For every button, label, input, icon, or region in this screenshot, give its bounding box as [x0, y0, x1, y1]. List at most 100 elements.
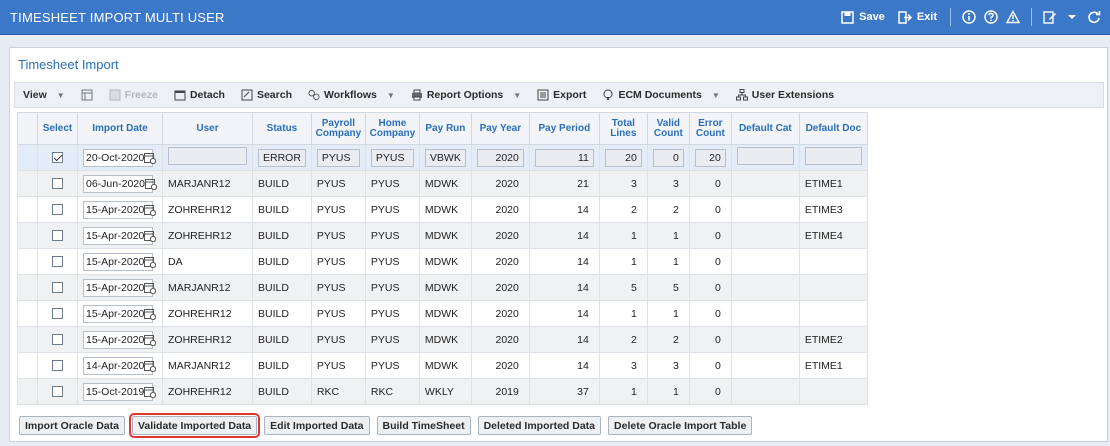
home-company-cell[interactable]: PYUS — [364, 222, 420, 249]
select-checkbox[interactable] — [52, 178, 63, 190]
pay-period-cell[interactable]: 37 — [528, 378, 600, 405]
pay-run-cell[interactable]: MDWK — [418, 248, 472, 275]
payroll-company-cell[interactable]: PYUS — [310, 300, 366, 327]
default-cat-cell[interactable] — [730, 300, 800, 327]
pay-run-cell[interactable]: MDWK — [418, 274, 472, 301]
total-lines-cell[interactable]: 3 — [598, 352, 648, 379]
calendar-icon[interactable] — [144, 360, 157, 372]
import-date-field[interactable]: 15-Apr-2020 — [83, 252, 157, 271]
status-cell[interactable]: BUILD — [252, 352, 312, 379]
user-cell[interactable]: ZOHREHR12 — [162, 378, 253, 405]
col-header[interactable]: Error Count — [688, 112, 732, 145]
home-company-cell[interactable]: PYUS — [364, 352, 420, 379]
import-date-cell[interactable]: 15-Apr-2020 — [77, 274, 163, 301]
home-company-cell[interactable]: PYUS — [364, 196, 420, 223]
default-cat-cell[interactable] — [730, 170, 800, 197]
import-date-field[interactable]: 15-Apr-2020 — [83, 278, 157, 297]
user-cell[interactable] — [162, 144, 253, 171]
status-cell[interactable]: BUILD — [252, 222, 312, 249]
table-row[interactable]: 15-Apr-2020 ZOHREHR12 BUILD PYUS PYUS MDWK 202… — [17, 326, 868, 353]
home-company-cell[interactable]: PYUS — [364, 248, 420, 275]
col-header[interactable]: Import Date — [77, 112, 163, 145]
import-date-cell[interactable]: 15-Oct-2019 — [77, 378, 163, 405]
default-doc-cell[interactable] — [798, 378, 868, 405]
pay-year-cell[interactable]: 2020 — [470, 170, 530, 197]
payroll-company-cell[interactable]: RKC — [310, 378, 366, 405]
report-options-menu[interactable]: Report Options ▼ — [403, 89, 529, 101]
freeze-button[interactable]: Freeze — [101, 89, 166, 101]
import-date-field[interactable]: 14-Apr-2020 — [83, 356, 157, 375]
pay-period-cell[interactable]: 21 — [528, 170, 600, 197]
table-row[interactable]: 06-Jun-2020 MARJANR12 BUILD PYUS PYUS MDWK 202… — [17, 170, 868, 197]
pay-period-cell[interactable]: 11 — [528, 144, 600, 171]
select-cell[interactable] — [37, 196, 78, 223]
detach-button[interactable]: Detach — [166, 89, 233, 101]
default-doc-cell[interactable]: ETIME2 — [798, 326, 868, 353]
total-lines-cell[interactable]: 1 — [598, 378, 648, 405]
col-header[interactable]: Default Doc — [798, 112, 868, 145]
default-cat-cell[interactable] — [730, 144, 800, 171]
home-company-cell[interactable]: PYUS — [364, 326, 420, 353]
validate-imported-data-button[interactable]: Validate Imported Data — [128, 413, 261, 438]
pay-period-cell[interactable]: 14 — [528, 248, 600, 275]
select-checkbox[interactable] — [52, 230, 63, 242]
user-cell[interactable]: MARJANR12 — [162, 170, 253, 197]
pay-year-cell[interactable]: 2020 — [470, 196, 530, 223]
error-count-cell[interactable]: 0 — [688, 222, 732, 249]
payroll-company-cell[interactable]: PYUS — [310, 144, 366, 171]
pay-year-cell[interactable]: 2019 — [470, 378, 530, 405]
payroll-company-cell[interactable]: PYUS — [310, 222, 366, 249]
col-header[interactable]: User — [162, 112, 253, 145]
status-cell[interactable]: BUILD — [252, 378, 312, 405]
import-date-cell[interactable]: 15-Apr-2020 — [77, 222, 163, 249]
payroll-company-cell[interactable]: PYUS — [310, 326, 366, 353]
import-date-field[interactable]: 06-Jun-2020 — [83, 174, 158, 193]
default-cat-cell[interactable] — [730, 196, 800, 223]
import-date-field[interactable]: 15-Apr-2020 — [83, 330, 157, 349]
default-doc-cell[interactable]: ETIME1 — [798, 170, 868, 197]
error-count-cell[interactable]: 0 — [688, 248, 732, 275]
total-lines-cell[interactable]: 2 — [598, 326, 648, 353]
pay-year-cell[interactable]: 2020 — [470, 326, 530, 353]
valid-count-cell[interactable]: 1 — [646, 378, 690, 405]
pay-period-cell[interactable]: 14 — [528, 196, 600, 223]
pay-year-cell[interactable]: 2020 — [470, 248, 530, 275]
default-cat-field[interactable] — [736, 147, 794, 165]
col-header[interactable]: Pay Year — [470, 112, 530, 145]
import-date-cell[interactable]: 15-Apr-2020 — [77, 248, 163, 275]
total-lines-cell[interactable]: 20 — [598, 144, 648, 171]
valid-count-cell[interactable]: 1 — [646, 222, 690, 249]
col-header[interactable]: Home Company — [364, 112, 420, 145]
pay-run-cell[interactable]: MDWK — [418, 170, 472, 197]
build-timesheet-button[interactable]: Build TimeSheet — [376, 416, 471, 435]
payroll-company-cell[interactable]: PYUS — [310, 274, 366, 301]
col-header[interactable]: Pay Period — [528, 112, 600, 145]
select-cell[interactable] — [37, 352, 78, 379]
status-field[interactable]: ERROR — [258, 148, 306, 167]
status-cell[interactable]: ERROR — [252, 144, 312, 171]
calendar-icon[interactable] — [144, 178, 158, 190]
pay-run-cell[interactable]: MDWK — [418, 300, 472, 327]
col-header[interactable]: Total Lines — [598, 112, 648, 145]
calendar-icon[interactable] — [144, 334, 157, 346]
ecm-documents-menu[interactable]: ECM Documents ▼ — [594, 89, 727, 101]
select-cell[interactable] — [37, 222, 78, 249]
home-company-cell[interactable]: RKC — [364, 378, 420, 405]
total-lines-cell[interactable]: 1 — [598, 222, 648, 249]
valid-count-cell[interactable]: 5 — [646, 274, 690, 301]
payroll-company-cell[interactable]: PYUS — [310, 196, 366, 223]
col-header[interactable]: Payroll Company — [310, 112, 366, 145]
valid-count-field[interactable]: 0 — [652, 148, 684, 167]
select-cell[interactable] — [37, 144, 78, 171]
export-button[interactable]: Export — [529, 89, 594, 101]
pay-run-cell[interactable]: MDWK — [418, 352, 472, 379]
user-field[interactable] — [168, 147, 247, 165]
help-icon[interactable] — [983, 9, 999, 25]
workflows-menu[interactable]: Workflows ▼ — [300, 89, 403, 101]
table-row[interactable]: 15-Apr-2020 DA BUILD PYUS PYUS MDWK 2020 14 1 1 0 — [17, 248, 868, 275]
user-cell[interactable]: ZOHREHR12 — [162, 300, 253, 327]
payroll-company-cell[interactable]: PYUS — [310, 352, 366, 379]
payroll-company-field[interactable]: PYUS — [316, 148, 360, 167]
payroll-company-cell[interactable]: PYUS — [310, 248, 366, 275]
total-lines-cell[interactable]: 1 — [598, 300, 648, 327]
